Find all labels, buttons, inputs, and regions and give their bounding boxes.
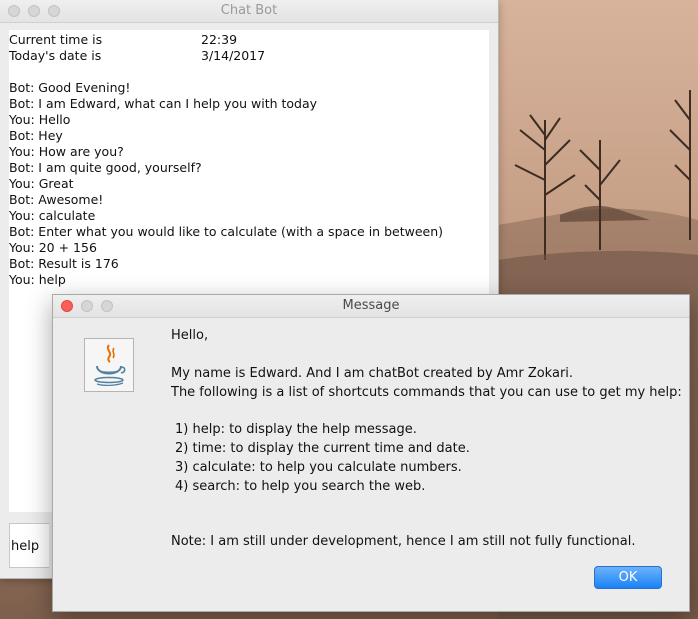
chat-message: You: 20 + 156 — [9, 240, 97, 255]
window-title: Chat Bot — [220, 3, 278, 18]
dialog-title: Message — [342, 298, 400, 313]
chat-message: Bot: Enter what you would like to calcul… — [9, 224, 443, 239]
current-time-label: Current time is — [9, 32, 103, 47]
command-item: 4) search: to help you search the web. — [175, 479, 426, 494]
chat-input-field[interactable]: help — [9, 523, 49, 568]
chat-message: You: How are you? — [9, 144, 124, 159]
command-item: 2) time: to display the current time and… — [175, 441, 470, 456]
chat-message: You: calculate — [9, 208, 96, 223]
chat-message: Bot: I am Edward, what can I help you wi… — [9, 96, 318, 111]
java-icon — [84, 338, 134, 392]
chat-message: You: Great — [9, 176, 74, 191]
dialog-intro: My name is Edward. And I am chatBot crea… — [171, 366, 574, 381]
chat-message: Bot: Hey — [9, 128, 63, 143]
date-row: Today's date is 3/14/2017 — [9, 48, 489, 64]
dialog-list-intro: The following is a list of shortcuts com… — [171, 385, 682, 400]
dialog-greeting: Hello, — [171, 328, 209, 343]
date-value: 3/14/2017 — [201, 48, 266, 63]
dialog-note: Note: I am still under development, henc… — [171, 534, 636, 549]
ok-button[interactable]: OK — [594, 566, 662, 589]
current-time-row: Current time is 22:39 — [9, 32, 489, 48]
message-dialog: Message Hello, My name is Edward. And I … — [52, 294, 690, 612]
chat-message: Bot: Awesome! — [9, 192, 104, 207]
chat-message: You: Hello — [9, 112, 71, 127]
chat-message: Bot: Result is 176 — [9, 256, 119, 271]
command-item: 3) calculate: to help you calculate numb… — [175, 460, 462, 475]
command-item: 1) help: to display the help message. — [175, 422, 417, 437]
chat-message: Bot: Good Evening! — [9, 80, 131, 95]
dialog-titlebar: Message — [53, 295, 689, 318]
chat-message: Bot: I am quite good, yourself? — [9, 160, 202, 175]
date-label: Today's date is — [9, 48, 102, 63]
current-time-value: 22:39 — [201, 32, 238, 47]
chat-message: You: help — [9, 272, 66, 287]
chat-titlebar: Chat Bot — [0, 0, 498, 23]
